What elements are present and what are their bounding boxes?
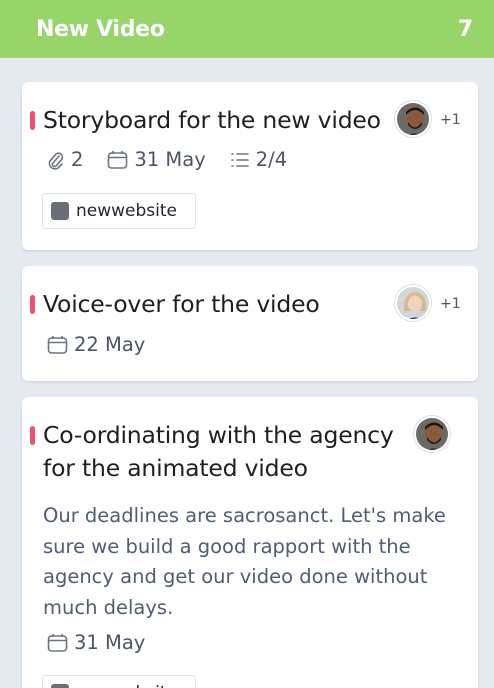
checklist-progress[interactable]: 2/4	[230, 148, 287, 171]
task-card[interactable]: Co-ordinating with the agency for the an…	[22, 397, 478, 688]
task-meta: 31 May	[47, 631, 169, 654]
tag-label: newwebsite	[76, 201, 177, 221]
task-title-line-1[interactable]: Co-ordinating with the agency	[43, 419, 394, 452]
task-title[interactable]: Voice-over for the video	[43, 288, 320, 321]
column-card-count: 7	[457, 16, 473, 42]
task-meta: 2 31 May 2/4	[47, 148, 311, 171]
calendar-icon	[47, 633, 68, 652]
task-description: Our deadlines are sacrosanct. Let's make…	[43, 501, 453, 623]
due-date[interactable]: 31 May	[107, 148, 206, 171]
description-line: sure we build a good rapport with the	[43, 534, 411, 558]
task-meta: 22 May	[47, 333, 169, 356]
due-date[interactable]: 22 May	[47, 333, 145, 356]
calendar-icon	[108, 150, 128, 169]
description-line: Our deadlines are sacrosanct. Let's make	[43, 504, 446, 527]
task-card[interactable]: Storyboard for the new video +1 2 31 May	[22, 82, 478, 250]
extra-assignees-count[interactable]: +1	[440, 296, 461, 312]
assignee-avatar[interactable]	[395, 101, 431, 137]
assignee-avatar[interactable]	[414, 416, 450, 452]
attachments-count[interactable]: 2	[47, 148, 83, 171]
priority-indicator	[30, 295, 35, 314]
assignee-avatar[interactable]	[395, 285, 431, 321]
label-tag[interactable]: newwebsite	[42, 193, 196, 229]
priority-indicator	[30, 426, 35, 445]
task-card[interactable]: Voice-over for the video +1 22 May	[22, 266, 478, 381]
description-line: agency and get our video done without	[43, 565, 428, 588]
column-title: New Video	[36, 16, 165, 42]
description-line: much delays.	[43, 595, 174, 619]
task-title[interactable]: Storyboard for the new video	[43, 104, 381, 137]
label-tag[interactable]: newwebsite	[42, 675, 196, 688]
extra-assignees-count[interactable]: +1	[440, 112, 461, 128]
checklist-icon	[230, 152, 249, 167]
due-date[interactable]: 31 May	[47, 631, 145, 654]
calendar-icon	[47, 335, 68, 354]
tag-color-swatch	[51, 202, 69, 220]
priority-indicator	[30, 111, 35, 130]
paperclip-icon	[48, 151, 64, 170]
tag-label: newwebsite	[76, 683, 177, 688]
tag-color-swatch	[51, 684, 69, 688]
column-header: New Video 7	[0, 0, 494, 58]
task-title-line-2[interactable]: for the animated video	[43, 452, 308, 485]
